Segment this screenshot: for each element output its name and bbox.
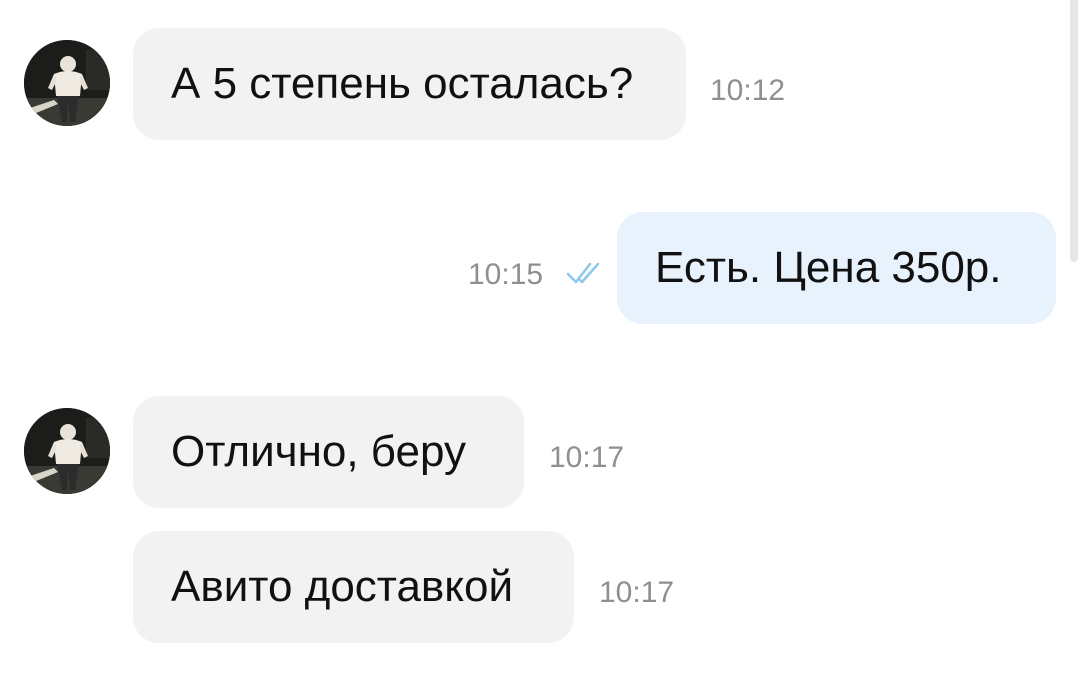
- message-text: Есть. Цена 350р.: [655, 243, 1002, 292]
- avatar[interactable]: [24, 40, 110, 126]
- message-bubble-incoming[interactable]: Отлично, беру: [133, 396, 524, 508]
- double-check-icon: [566, 262, 600, 284]
- message-text: Авито доставкой: [171, 562, 514, 611]
- chat-message-list[interactable]: А 5 степень осталась? 10:12 10:15 Есть. …: [0, 0, 1080, 687]
- message-text: Отлично, беру: [171, 427, 466, 476]
- message-time: 10:17: [549, 441, 625, 474]
- message-time: 10:17: [599, 576, 675, 609]
- message-bubble-incoming[interactable]: Авито доставкой: [133, 531, 574, 643]
- message-time: 10:12: [710, 74, 786, 107]
- scrollbar[interactable]: [1070, 0, 1078, 262]
- message-time: 10:15: [468, 258, 544, 291]
- message-text: А 5 степень осталась?: [171, 59, 634, 108]
- message-bubble-outgoing[interactable]: Есть. Цена 350р.: [617, 212, 1056, 324]
- avatar[interactable]: [24, 408, 110, 494]
- message-bubble-incoming[interactable]: А 5 степень осталась?: [133, 28, 686, 140]
